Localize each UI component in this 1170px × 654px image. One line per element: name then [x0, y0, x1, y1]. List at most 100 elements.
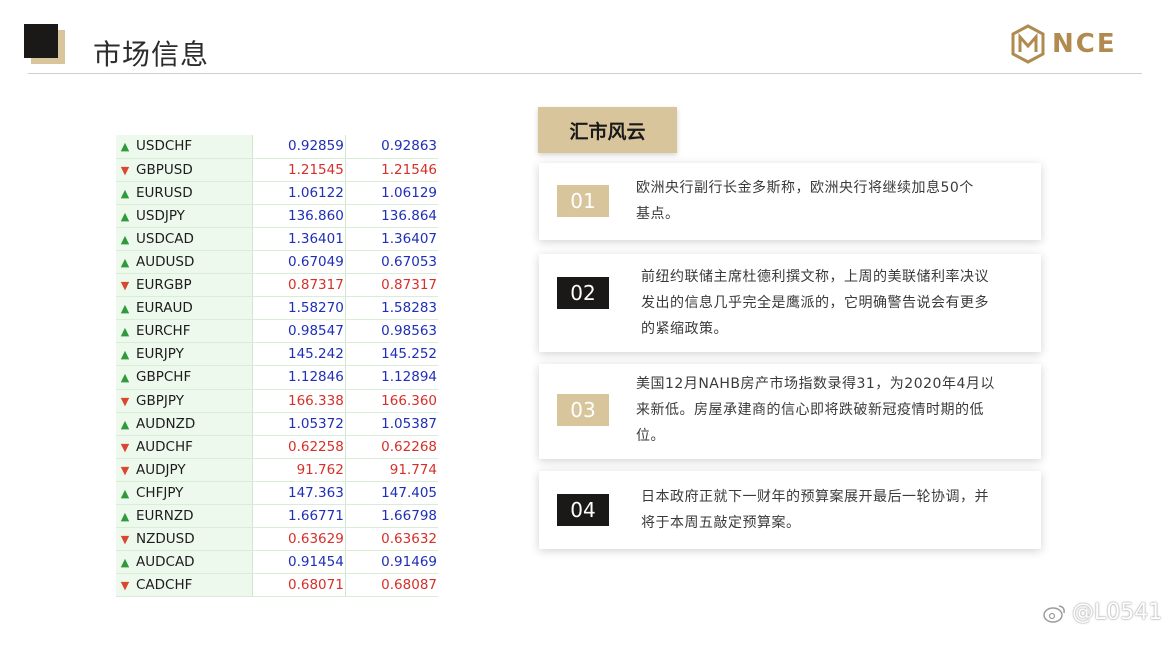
watermark-text: @L0541: [1072, 600, 1163, 625]
news-text: 前纽约联储主席杜德利撰文称，上周的美联储利率决议 发出的信息几乎完全是鹰派的，它明…: [641, 269, 989, 337]
symbol-label: AUDJPY: [136, 461, 186, 478]
ask-cell: 145.252: [345, 342, 438, 367]
symbol-cell: ▲ AUDNZD: [116, 412, 253, 436]
symbol-label: USDCHF: [136, 138, 193, 155]
rate-row: ▼ EURGBP 0.87317 0.87317: [116, 273, 438, 298]
ask-cell: 91.774: [345, 458, 438, 482]
rate-row: ▼ AUDJPY 91.762 91.774: [116, 458, 438, 482]
news-text: 日本政府正就下一财年的预算案展开最后一轮协调，并 将于本周五敲定预算案。: [641, 489, 989, 531]
fx-rates-table: ▲ USDCHF 0.92859 0.92863 ▼ GBPUSD 1.21545 1.215…: [116, 135, 438, 598]
arrow-up-icon: ▲: [120, 140, 130, 154]
arrow-up-icon: ▲: [120, 325, 130, 339]
symbol-cell: ▲ USDJPY: [116, 204, 253, 228]
symbol-label: CHFJPY: [136, 484, 184, 501]
news-number-badge: 02: [557, 277, 609, 309]
arrow-up-icon: ▲: [120, 186, 130, 200]
arrow-up-icon: ▲: [120, 486, 130, 500]
rate-row: ▼ GBPJPY 166.338 166.360: [116, 389, 438, 413]
bid-cell: 0.68071: [252, 573, 346, 598]
rate-row: ▲ EURJPY 145.242 145.252: [116, 342, 438, 367]
arrow-up-icon: ▲: [120, 556, 130, 570]
header-accent-square-black: [24, 24, 58, 58]
ask-cell: 1.05387: [345, 412, 438, 436]
weibo-icon: [1043, 604, 1065, 623]
symbol-label: NZDUSD: [136, 531, 195, 548]
arrow-up-icon: ▲: [120, 510, 130, 524]
symbol-label: AUDCAD: [136, 554, 195, 571]
rate-row: ▼ AUDCHF 0.62258 0.62268: [116, 435, 438, 459]
symbol-label: EURAUD: [136, 300, 193, 317]
nce-logo: NCE: [1010, 22, 1117, 66]
ask-cell: 0.62268: [345, 435, 438, 459]
symbol-cell: ▲ EURJPY: [116, 342, 253, 367]
symbol-cell: ▲ EURNZD: [116, 504, 253, 529]
rate-row: ▼ CADCHF 0.68071 0.68087: [116, 573, 438, 598]
ask-cell: 0.92863: [345, 135, 438, 159]
bid-cell: 1.21545: [252, 158, 346, 182]
bid-cell: 0.87317: [252, 273, 346, 298]
rate-row: ▲ CHFJPY 147.363 147.405: [116, 481, 438, 506]
rate-row: ▲ USDJPY 136.860 136.864: [116, 204, 438, 228]
header-divider: [28, 73, 1142, 74]
rate-row: ▲ EURCHF 0.98547 0.98563: [116, 319, 438, 344]
bid-cell: 0.92859: [252, 135, 346, 159]
symbol-cell: ▼ CADCHF: [116, 573, 253, 598]
symbol-label: AUDCHF: [136, 438, 193, 455]
bid-cell: 0.63629: [252, 527, 346, 552]
symbol-cell: ▼ EURGBP: [116, 273, 253, 298]
arrow-up-icon: ▲: [120, 371, 130, 385]
ask-cell: 0.63632: [345, 527, 438, 552]
symbol-label: AUDUSD: [136, 254, 195, 271]
symbol-cell: ▲ USDCAD: [116, 227, 253, 251]
rate-row: ▲ EURAUD 1.58270 1.58283: [116, 296, 438, 321]
arrow-up-icon: ▲: [120, 417, 130, 431]
bid-cell: 0.67049: [252, 250, 346, 275]
ask-cell: 1.06129: [345, 181, 438, 205]
symbol-label: EURUSD: [136, 184, 193, 201]
symbol-label: GBPJPY: [136, 392, 184, 409]
arrow-up-icon: ▲: [120, 256, 130, 270]
news-number-badge: 01: [557, 185, 609, 217]
arrow-up-icon: ▲: [120, 348, 130, 362]
ask-cell: 147.405: [345, 481, 438, 506]
symbol-cell: ▼ GBPJPY: [116, 389, 253, 413]
bid-cell: 91.762: [252, 458, 346, 482]
rate-row: ▼ NZDUSD 0.63629 0.63632: [116, 527, 438, 552]
ask-cell: 1.66798: [345, 504, 438, 529]
bid-cell: 1.06122: [252, 181, 346, 205]
symbol-label: USDCAD: [136, 230, 194, 247]
bid-cell: 1.36401: [252, 227, 346, 251]
arrow-down-icon: ▼: [120, 279, 130, 293]
arrow-down-icon: ▼: [120, 440, 130, 454]
arrow-up-icon: ▲: [120, 302, 130, 316]
symbol-cell: ▲ EURCHF: [116, 319, 253, 344]
news-card-4: 04 日本政府正就下一财年的预算案展开最后一轮协调，并 将于本周五敲定预算案。: [539, 471, 1041, 549]
bid-cell: 145.242: [252, 342, 346, 367]
symbol-label: GBPUSD: [136, 161, 193, 178]
page-title: 市场信息: [93, 38, 210, 71]
rate-row: ▲ AUDCAD 0.91454 0.91469: [116, 550, 438, 575]
rate-row: ▲ EURUSD 1.06122 1.06129: [116, 181, 438, 205]
symbol-label: AUDNZD: [136, 415, 196, 432]
symbol-label: GBPCHF: [136, 369, 192, 386]
ask-cell: 0.87317: [345, 273, 438, 298]
nce-logo-icon: [1011, 24, 1045, 64]
symbol-cell: ▲ USDCHF: [116, 135, 253, 159]
arrow-up-icon: ▲: [120, 209, 130, 223]
bid-cell: 147.363: [252, 481, 346, 506]
news-number-badge: 03: [557, 394, 609, 426]
symbol-cell: ▲ EURUSD: [116, 181, 253, 205]
news-card-1: 01 欧洲央行副行长金多斯称，欧洲央行将继续加息50个 基点。: [539, 163, 1041, 240]
symbol-cell: ▲ CHFJPY: [116, 481, 253, 506]
symbol-cell: ▼ GBPUSD: [116, 158, 253, 182]
symbol-label: EURJPY: [136, 346, 184, 363]
symbol-cell: ▼ AUDCHF: [116, 435, 253, 459]
logo-text: NCE: [1052, 29, 1117, 59]
ask-cell: 0.91469: [345, 550, 438, 575]
bid-cell: 166.338: [252, 389, 346, 413]
news-text: 欧洲央行副行长金多斯称，欧洲央行将继续加息50个 基点。: [636, 180, 974, 222]
bid-cell: 0.91454: [252, 550, 346, 575]
rate-row: ▲ USDCAD 1.36401 1.36407: [116, 227, 438, 251]
arrow-down-icon: ▼: [120, 533, 130, 547]
bid-cell: 0.98547: [252, 319, 346, 344]
